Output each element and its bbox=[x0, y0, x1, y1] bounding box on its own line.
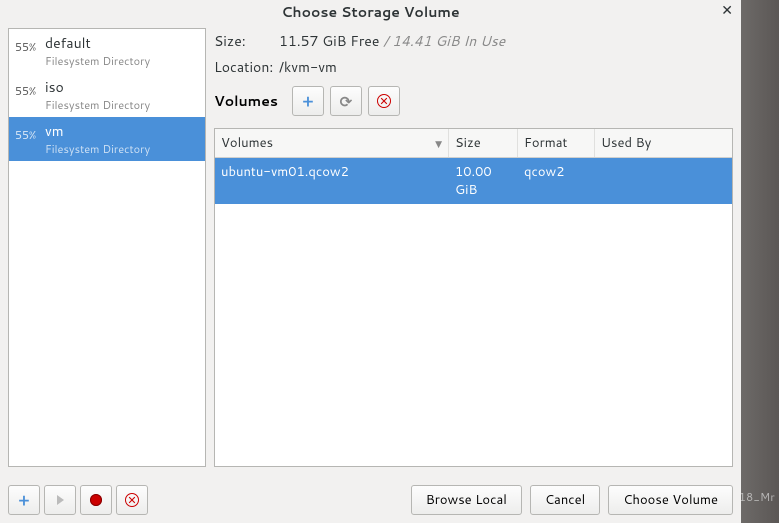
pool-type: Filesystem Directory bbox=[45, 53, 150, 69]
delete-pool-button[interactable]: ✕ bbox=[116, 485, 148, 515]
column-size[interactable]: Size bbox=[449, 129, 518, 157]
cell-volume-used-by bbox=[595, 158, 732, 204]
delete-icon: ✕ bbox=[377, 94, 391, 108]
titlebar: Choose Storage Volume ✕ bbox=[0, 0, 741, 20]
add-volume-button[interactable]: + bbox=[292, 86, 324, 116]
plus-icon: + bbox=[302, 90, 313, 113]
content-pane: Size: 11.57 GiB Free / 14.41 GiB In Use … bbox=[214, 28, 733, 467]
refresh-icon: ⟳ bbox=[340, 91, 353, 112]
column-used-by-label: Used By bbox=[601, 134, 651, 152]
pool-type: Filesystem Directory bbox=[45, 97, 150, 113]
column-format-label: Format bbox=[524, 134, 567, 152]
close-icon[interactable]: ✕ bbox=[721, 0, 733, 20]
pool-name: vm bbox=[45, 121, 150, 141]
footer: + ✕ Browse Local Cancel Choose Volume bbox=[8, 485, 733, 515]
size-inuse: / 14.41 GiB In Use bbox=[383, 31, 505, 51]
start-pool-button[interactable] bbox=[44, 485, 76, 515]
cell-volume-format: qcow2 bbox=[518, 158, 595, 204]
dialog-window: Choose Storage Volume ✕ 55% default File… bbox=[0, 0, 741, 523]
column-format[interactable]: Format bbox=[518, 129, 595, 157]
stop-pool-button[interactable] bbox=[80, 485, 112, 515]
cell-volume-name: ubuntu-vm01.qcow2 bbox=[215, 158, 449, 204]
pool-item-vm[interactable]: 55% vm Filesystem Directory bbox=[9, 117, 205, 161]
size-label: Size: bbox=[214, 31, 279, 51]
pool-usage-pct: 55% bbox=[15, 39, 41, 55]
main-area: 55% default Filesystem Directory 55% iso… bbox=[0, 20, 741, 475]
pool-info: vm Filesystem Directory bbox=[45, 121, 150, 157]
volumes-label: Volumes bbox=[214, 91, 278, 111]
choose-volume-button[interactable]: Choose Volume bbox=[608, 485, 733, 515]
column-volumes-label: Volumes bbox=[221, 134, 273, 152]
table-header: Volumes ▼ Size Format Used By bbox=[215, 129, 732, 158]
add-pool-button[interactable]: + bbox=[8, 485, 40, 515]
dialog-buttons: Browse Local Cancel Choose Volume bbox=[411, 485, 733, 515]
pool-usage-pct: 55% bbox=[15, 83, 41, 99]
play-icon bbox=[57, 495, 64, 505]
table-row[interactable]: ubuntu-vm01.qcow2 10.00 GiB qcow2 bbox=[215, 158, 732, 204]
pool-info: iso Filesystem Directory bbox=[45, 77, 150, 113]
delete-volume-button[interactable]: ✕ bbox=[368, 86, 400, 116]
size-free: 11.57 GiB Free bbox=[279, 31, 379, 51]
location-label: Location: bbox=[214, 57, 279, 77]
volumes-table: Volumes ▼ Size Format Used By ubuntu-vm0… bbox=[214, 128, 733, 467]
cell-volume-size: 10.00 GiB bbox=[449, 158, 518, 204]
delete-icon: ✕ bbox=[125, 493, 139, 507]
desktop-background bbox=[741, 0, 779, 523]
location-row: Location: /kvm-vm bbox=[214, 54, 733, 80]
column-size-label: Size bbox=[455, 134, 481, 152]
pool-item-iso[interactable]: 55% iso Filesystem Directory bbox=[9, 73, 205, 117]
sort-indicator-icon: ▼ bbox=[435, 137, 442, 150]
volumes-toolbar: Volumes + ⟳ ✕ bbox=[214, 86, 733, 116]
size-row: Size: 11.57 GiB Free / 14.41 GiB In Use bbox=[214, 28, 733, 54]
column-volumes[interactable]: Volumes ▼ bbox=[215, 129, 449, 157]
pool-type: Filesystem Directory bbox=[45, 141, 150, 157]
pool-buttons: + ✕ bbox=[8, 485, 148, 515]
refresh-volume-button[interactable]: ⟳ bbox=[330, 86, 362, 116]
browse-local-button[interactable]: Browse Local bbox=[411, 485, 522, 515]
pool-name: default bbox=[45, 33, 150, 53]
cancel-button[interactable]: Cancel bbox=[530, 485, 600, 515]
record-icon bbox=[90, 494, 102, 506]
column-used-by[interactable]: Used By bbox=[595, 129, 732, 157]
table-body: ubuntu-vm01.qcow2 10.00 GiB qcow2 bbox=[215, 158, 732, 466]
window-title: Choose Storage Volume bbox=[281, 2, 459, 22]
pool-usage-pct: 55% bbox=[15, 127, 41, 143]
pool-item-default[interactable]: 55% default Filesystem Directory bbox=[9, 29, 205, 73]
storage-pool-list[interactable]: 55% default Filesystem Directory 55% iso… bbox=[8, 28, 206, 467]
pool-name: iso bbox=[45, 77, 150, 97]
location-value: /kvm-vm bbox=[279, 57, 337, 77]
plus-icon: + bbox=[19, 489, 30, 512]
pool-info: default Filesystem Directory bbox=[45, 33, 150, 69]
